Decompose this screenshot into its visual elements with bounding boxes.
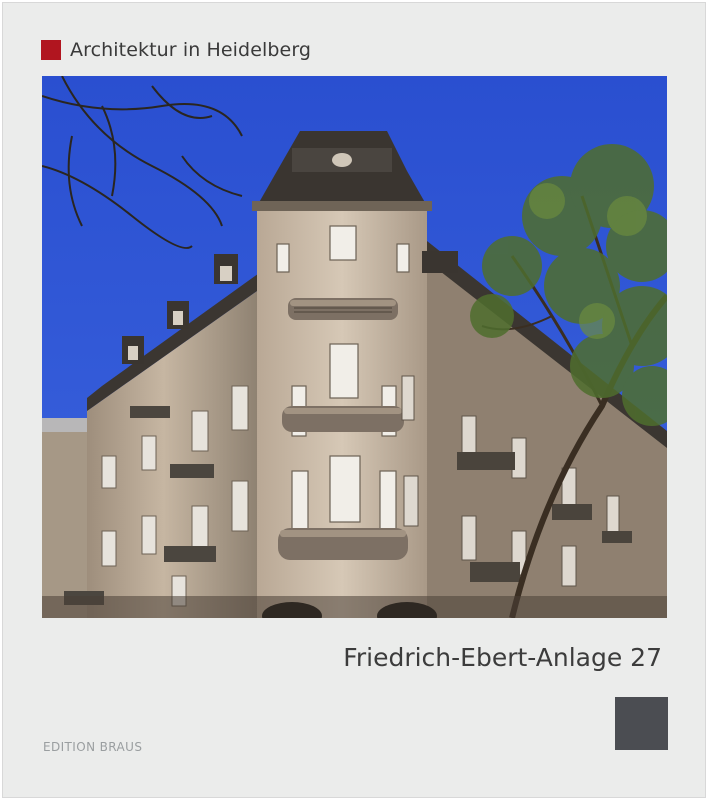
publisher-label: EDITION BRAUS — [43, 740, 143, 754]
series-header: Architektur in Heidelberg — [41, 39, 311, 61]
book-cover: Architektur in Heidelberg Friedrich-Eber… — [2, 2, 706, 798]
series-label: Architektur in Heidelberg — [70, 39, 312, 61]
book-title: Friedrich-Ebert-Anlage 27 — [343, 643, 662, 672]
series-red-square — [41, 40, 61, 60]
publisher-logo-block — [615, 697, 668, 750]
building-photo — [42, 76, 667, 618]
